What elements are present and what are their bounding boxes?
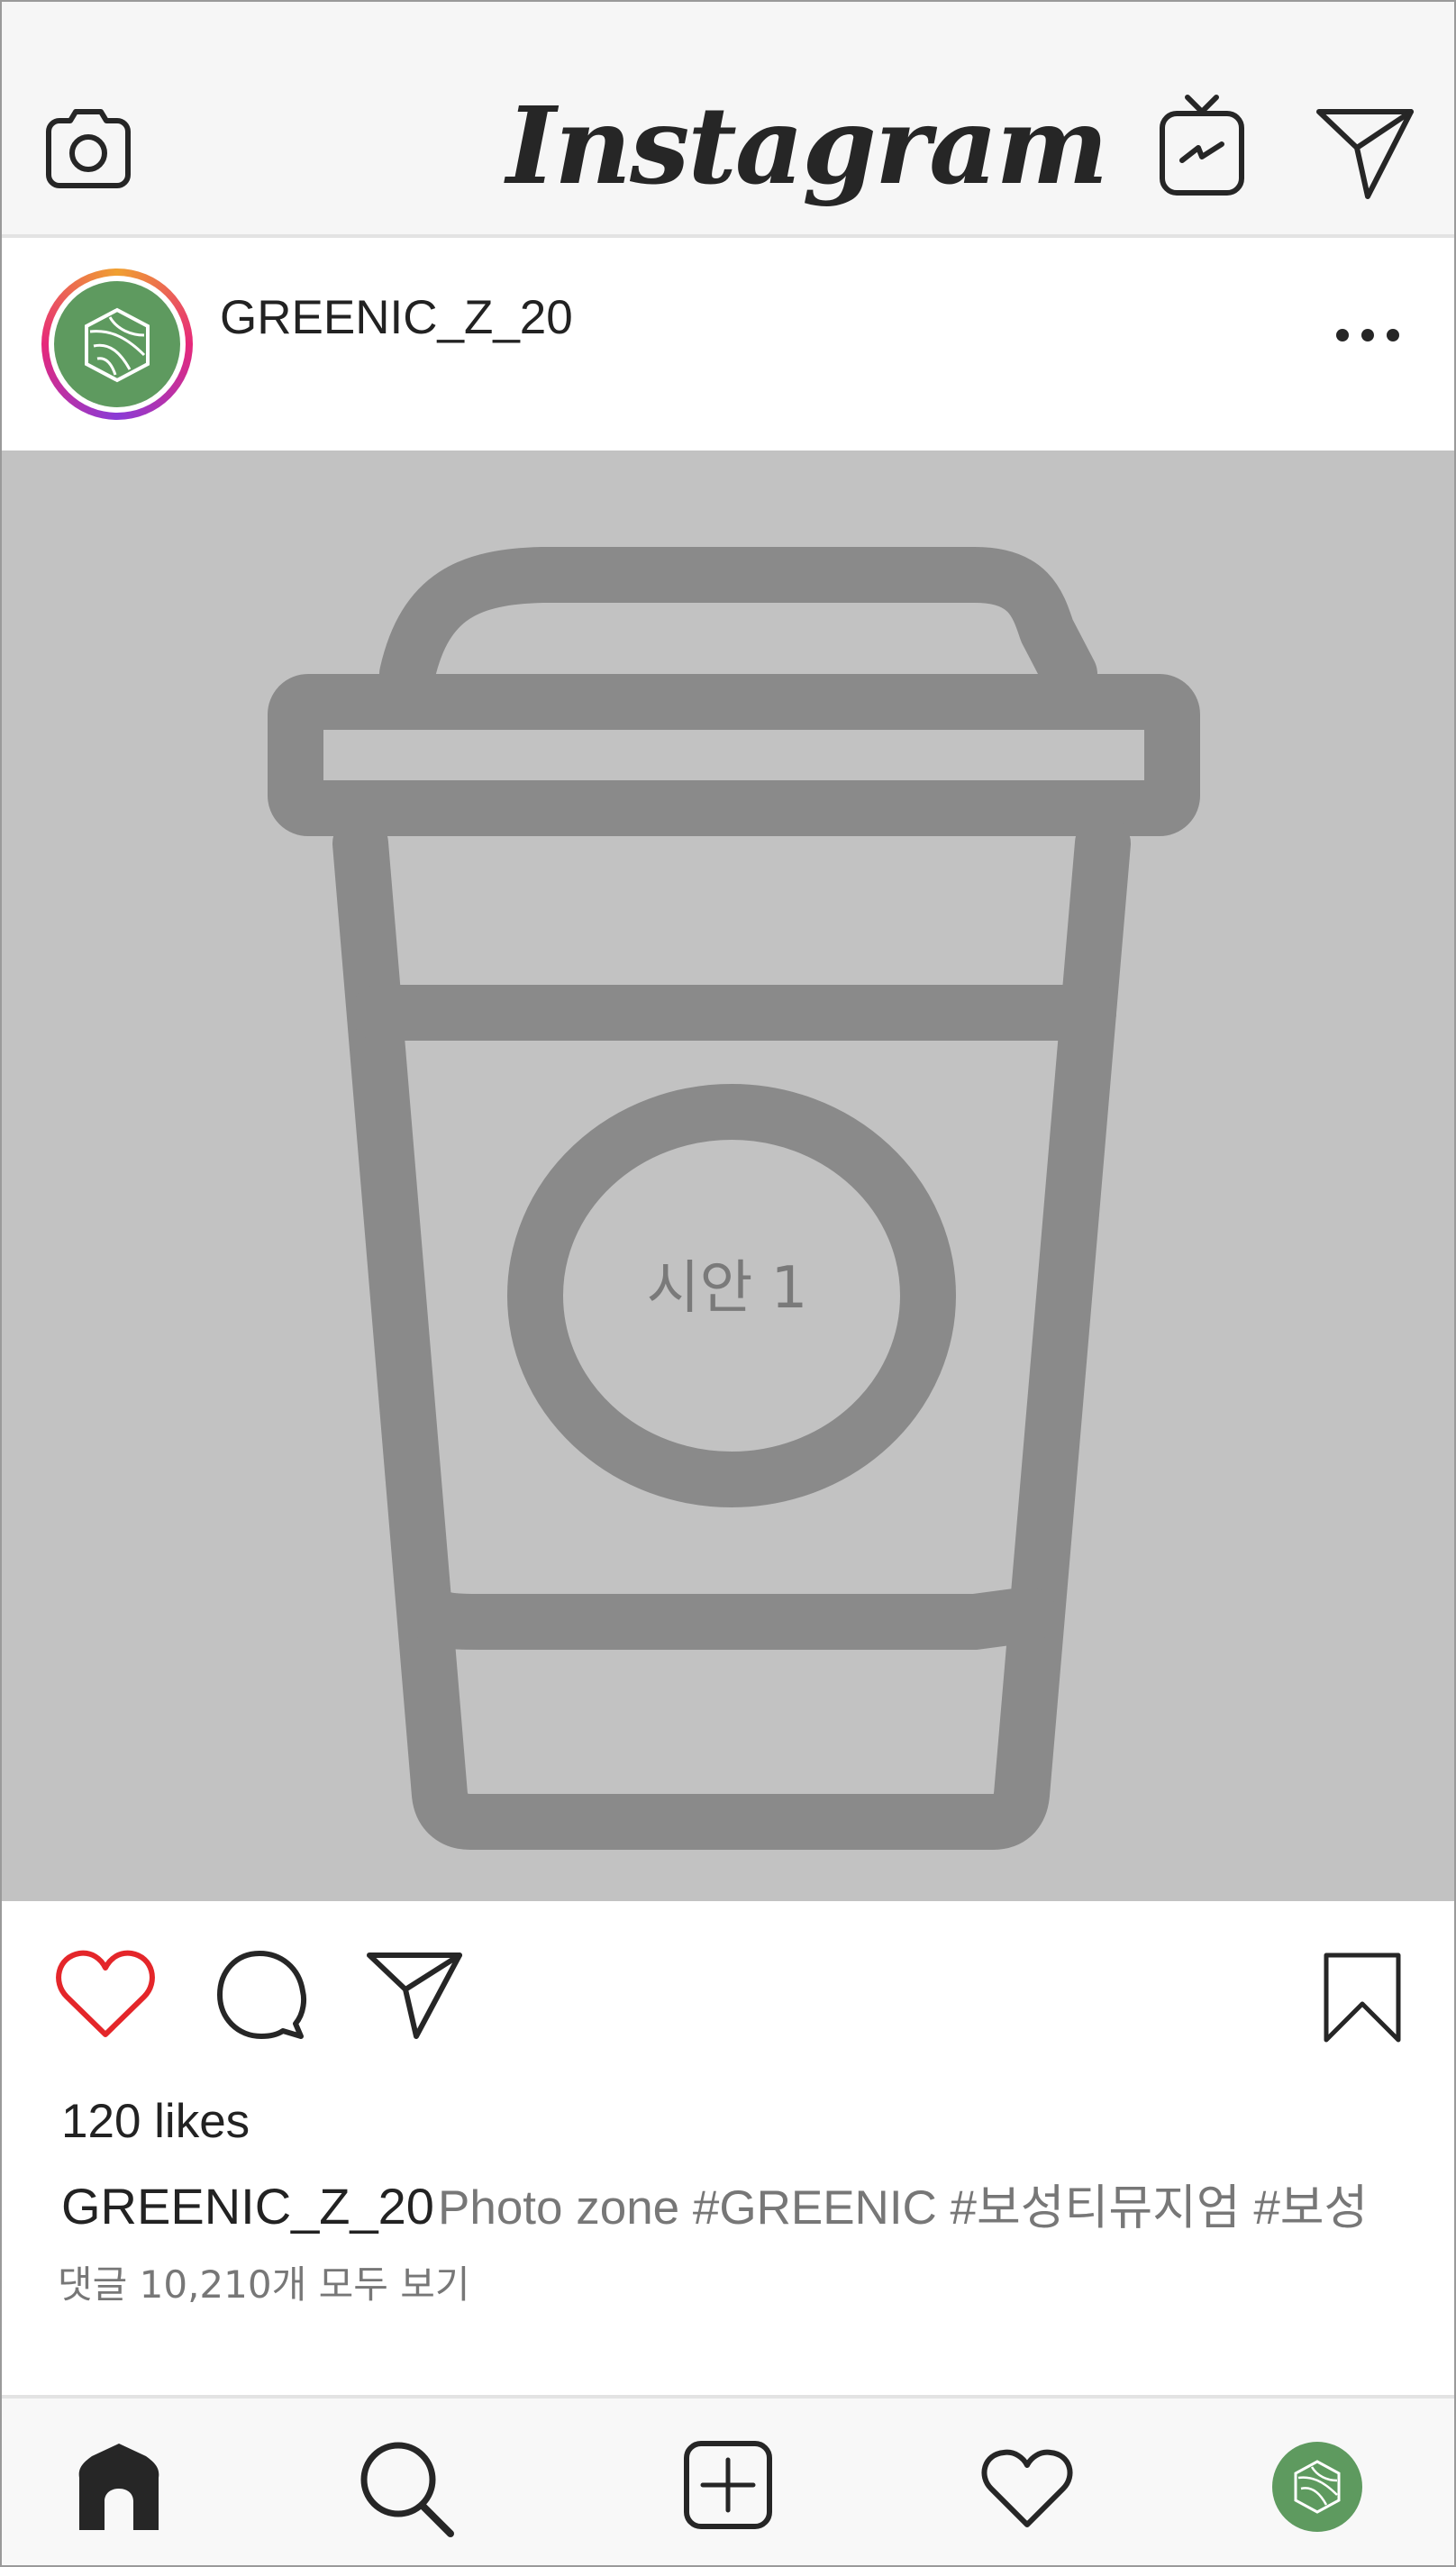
home-icon[interactable]: [74, 2442, 164, 2532]
action-bar: [2, 1901, 1454, 2072]
camera-icon[interactable]: [43, 106, 133, 189]
leaf-logo-icon: [85, 307, 150, 383]
add-icon[interactable]: [683, 2440, 773, 2530]
post-username[interactable]: GREENIC_Z_20: [220, 287, 573, 350]
profile-avatar[interactable]: [1272, 2442, 1362, 2532]
view-all-comments-link[interactable]: 댓글 10,210개 모두 보기: [58, 2258, 470, 2312]
coffee-cup-illustration: [268, 547, 1200, 1850]
post-image[interactable]: 시안 1: [2, 451, 1454, 1901]
caption-username[interactable]: GREENIC_Z_20: [61, 2173, 434, 2240]
paper-plane-icon[interactable]: [1315, 106, 1415, 200]
share-icon[interactable]: [366, 1950, 463, 2040]
avatar[interactable]: [41, 269, 193, 420]
activity-icon[interactable]: [980, 2447, 1074, 2530]
tv-icon[interactable]: [1157, 94, 1247, 198]
bookmark-icon[interactable]: [1323, 1952, 1402, 2044]
more-horizontal-icon[interactable]: [1332, 324, 1404, 346]
heart-icon[interactable]: [54, 1948, 157, 2042]
comment-icon[interactable]: [214, 1948, 308, 2042]
caption-text: Photo zone #GREENIC #보성티뮤지엄 #보성: [438, 2181, 1369, 2235]
bottom-nav: [2, 2395, 1454, 2565]
instagram-logo: Instagram: [506, 83, 1108, 208]
media-label: 시안 1: [646, 1255, 808, 1322]
leaf-logo-icon: [1294, 2460, 1341, 2514]
app-frame: Instagram GREENIC_Z_20 시안 1 120 likes GR…: [0, 0, 1456, 2567]
likes-count[interactable]: 120 likes: [61, 2090, 250, 2153]
search-icon[interactable]: [357, 2438, 456, 2539]
post-header: GREENIC_Z_20: [2, 250, 1454, 451]
top-bar: Instagram: [2, 2, 1454, 238]
avatar-image: [54, 281, 180, 407]
